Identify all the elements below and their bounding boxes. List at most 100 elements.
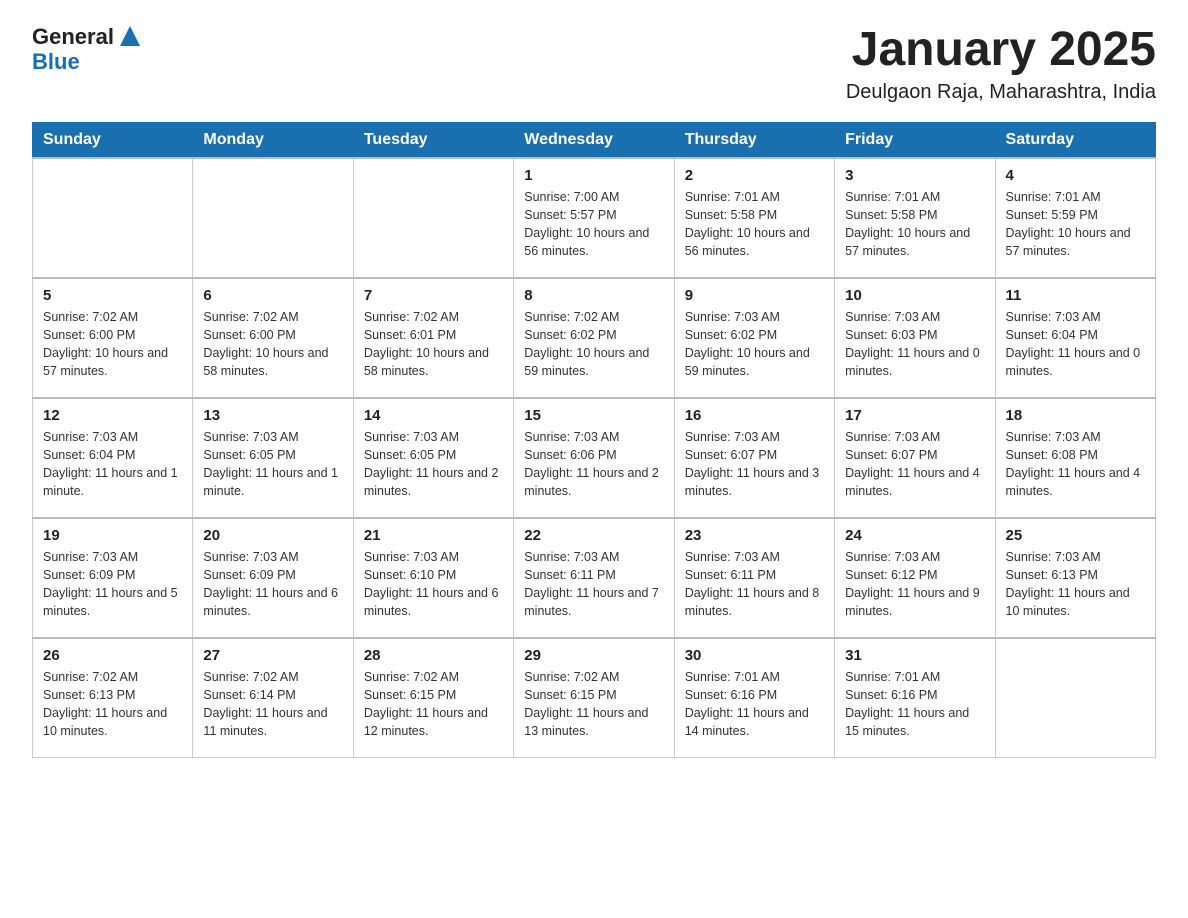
day-info: Sunrise: 7:01 AM Sunset: 5:58 PM Dayligh… (845, 188, 984, 261)
title-block: January 2025 Deulgaon Raja, Maharashtra,… (846, 24, 1156, 104)
day-info: Sunrise: 7:02 AM Sunset: 6:15 PM Dayligh… (364, 668, 503, 741)
calendar-cell: 30 Sunrise: 7:01 AM Sunset: 6:16 PM Dayli… (674, 638, 834, 758)
calendar-cell: 7 Sunrise: 7:02 AM Sunset: 6:01 PM Daylig… (353, 278, 513, 398)
weekday-header-wednesday: Wednesday (514, 122, 674, 158)
day-info: Sunrise: 7:03 AM Sunset: 6:11 PM Dayligh… (524, 548, 663, 621)
calendar-cell: 11Sunrise: 7:03 AM Sunset: 6:04 PM Dayli… (995, 278, 1155, 398)
day-number: 24 (845, 527, 984, 544)
day-number: 9 (685, 287, 824, 304)
day-number: 4 (1006, 167, 1145, 184)
day-number: 28 (364, 647, 503, 664)
day-info: Sunrise: 7:03 AM Sunset: 6:12 PM Dayligh… (845, 548, 984, 621)
day-info: Sunrise: 7:01 AM Sunset: 6:16 PM Dayligh… (845, 668, 984, 741)
day-info: Sunrise: 7:03 AM Sunset: 6:04 PM Dayligh… (43, 428, 182, 501)
calendar-cell (353, 158, 513, 278)
calendar-cell: 8 Sunrise: 7:02 AM Sunset: 6:02 PM Daylig… (514, 278, 674, 398)
day-number: 2 (685, 167, 824, 184)
day-info: Sunrise: 7:01 AM Sunset: 5:58 PM Dayligh… (685, 188, 824, 261)
day-number: 7 (364, 287, 503, 304)
day-number: 26 (43, 647, 182, 664)
calendar-cell: 16 Sunrise: 7:03 AM Sunset: 6:07 PM Dayli… (674, 398, 834, 518)
calendar-cell: 17 Sunrise: 7:03 AM Sunset: 6:07 PM Dayli… (835, 398, 995, 518)
day-number: 30 (685, 647, 824, 664)
day-number: 31 (845, 647, 984, 664)
day-info: Sunrise: 7:03 AM Sunset: 6:08 PM Dayligh… (1006, 428, 1145, 501)
week-row-5: 26 Sunrise: 7:02 AM Sunset: 6:13 PM Dayli… (33, 638, 1156, 758)
calendar-cell: 26 Sunrise: 7:02 AM Sunset: 6:13 PM Dayli… (33, 638, 193, 758)
day-number: 25 (1006, 527, 1145, 544)
day-info: Sunrise: 7:02 AM Sunset: 6:13 PM Dayligh… (43, 668, 182, 741)
day-number: 29 (524, 647, 663, 664)
calendar-cell: 9 Sunrise: 7:03 AM Sunset: 6:02 PM Daylig… (674, 278, 834, 398)
calendar-cell: 2 Sunrise: 7:01 AM Sunset: 5:58 PM Daylig… (674, 158, 834, 278)
calendar-cell: 27 Sunrise: 7:02 AM Sunset: 6:14 PM Dayli… (193, 638, 353, 758)
day-number: 15 (524, 407, 663, 424)
day-info: Sunrise: 7:03 AM Sunset: 6:13 PM Dayligh… (1006, 548, 1145, 621)
calendar-cell: 31 Sunrise: 7:01 AM Sunset: 6:16 PM Dayli… (835, 638, 995, 758)
logo-general: General (32, 25, 114, 49)
calendar: SundayMondayTuesdayWednesdayThursdayFrid… (32, 122, 1156, 759)
day-number: 13 (203, 407, 342, 424)
day-info: Sunrise: 7:02 AM Sunset: 6:02 PM Dayligh… (524, 308, 663, 381)
week-row-4: 19 Sunrise: 7:03 AM Sunset: 6:09 PM Dayli… (33, 518, 1156, 638)
weekday-header-saturday: Saturday (995, 122, 1155, 158)
day-info: Sunrise: 7:03 AM Sunset: 6:07 PM Dayligh… (845, 428, 984, 501)
day-number: 27 (203, 647, 342, 664)
month-title: January 2025 (846, 24, 1156, 77)
calendar-cell: 3 Sunrise: 7:01 AM Sunset: 5:58 PM Daylig… (835, 158, 995, 278)
calendar-cell: 23 Sunrise: 7:03 AM Sunset: 6:11 PM Dayli… (674, 518, 834, 638)
calendar-cell (995, 638, 1155, 758)
day-number: 8 (524, 287, 663, 304)
day-info: Sunrise: 7:03 AM Sunset: 6:04 PM Dayligh… (1006, 308, 1145, 381)
weekday-header-thursday: Thursday (674, 122, 834, 158)
day-info: Sunrise: 7:02 AM Sunset: 6:00 PM Dayligh… (203, 308, 342, 381)
day-number: 12 (43, 407, 182, 424)
calendar-cell: 29Sunrise: 7:02 AM Sunset: 6:15 PM Dayli… (514, 638, 674, 758)
day-number: 10 (845, 287, 984, 304)
calendar-cell (33, 158, 193, 278)
week-row-3: 12 Sunrise: 7:03 AM Sunset: 6:04 PM Dayli… (33, 398, 1156, 518)
day-number: 21 (364, 527, 503, 544)
day-info: Sunrise: 7:03 AM Sunset: 6:05 PM Dayligh… (364, 428, 503, 501)
weekday-header-tuesday: Tuesday (353, 122, 513, 158)
day-info: Sunrise: 7:01 AM Sunset: 6:16 PM Dayligh… (685, 668, 824, 741)
day-number: 3 (845, 167, 984, 184)
day-info: Sunrise: 7:01 AM Sunset: 5:59 PM Dayligh… (1006, 188, 1145, 261)
day-number: 5 (43, 287, 182, 304)
day-info: Sunrise: 7:00 AM Sunset: 5:57 PM Dayligh… (524, 188, 663, 261)
weekday-header-sunday: Sunday (33, 122, 193, 158)
weekday-header-row: SundayMondayTuesdayWednesdayThursdayFrid… (33, 122, 1156, 158)
day-number: 1 (524, 167, 663, 184)
day-info: Sunrise: 7:02 AM Sunset: 6:01 PM Dayligh… (364, 308, 503, 381)
logo: General Blue (32, 24, 144, 74)
calendar-cell: 13 Sunrise: 7:03 AM Sunset: 6:05 PM Dayli… (193, 398, 353, 518)
week-row-1: 1 Sunrise: 7:00 AM Sunset: 5:57 PM Daylig… (33, 158, 1156, 278)
calendar-cell: 10 Sunrise: 7:03 AM Sunset: 6:03 PM Dayli… (835, 278, 995, 398)
day-info: Sunrise: 7:02 AM Sunset: 6:14 PM Dayligh… (203, 668, 342, 741)
calendar-cell (193, 158, 353, 278)
logo-icon (116, 22, 144, 50)
day-number: 22 (524, 527, 663, 544)
week-row-2: 5 Sunrise: 7:02 AM Sunset: 6:00 PM Daylig… (33, 278, 1156, 398)
day-info: Sunrise: 7:03 AM Sunset: 6:02 PM Dayligh… (685, 308, 824, 381)
day-number: 16 (685, 407, 824, 424)
day-number: 17 (845, 407, 984, 424)
day-info: Sunrise: 7:03 AM Sunset: 6:07 PM Dayligh… (685, 428, 824, 501)
calendar-cell: 24 Sunrise: 7:03 AM Sunset: 6:12 PM Dayli… (835, 518, 995, 638)
day-info: Sunrise: 7:03 AM Sunset: 6:09 PM Dayligh… (43, 548, 182, 621)
day-info: Sunrise: 7:03 AM Sunset: 6:03 PM Dayligh… (845, 308, 984, 381)
calendar-cell: 18 Sunrise: 7:03 AM Sunset: 6:08 PM Dayli… (995, 398, 1155, 518)
day-info: Sunrise: 7:03 AM Sunset: 6:05 PM Dayligh… (203, 428, 342, 501)
calendar-cell: 4 Sunrise: 7:01 AM Sunset: 5:59 PM Daylig… (995, 158, 1155, 278)
weekday-header-monday: Monday (193, 122, 353, 158)
calendar-cell: 28 Sunrise: 7:02 AM Sunset: 6:15 PM Dayli… (353, 638, 513, 758)
day-number: 19 (43, 527, 182, 544)
day-number: 23 (685, 527, 824, 544)
location: Deulgaon Raja, Maharashtra, India (846, 81, 1156, 104)
page-header: General Blue January 2025 Deulgaon Raja,… (32, 24, 1156, 104)
day-info: Sunrise: 7:03 AM Sunset: 6:11 PM Dayligh… (685, 548, 824, 621)
day-number: 18 (1006, 407, 1145, 424)
day-info: Sunrise: 7:03 AM Sunset: 6:09 PM Dayligh… (203, 548, 342, 621)
day-info: Sunrise: 7:02 AM Sunset: 6:00 PM Dayligh… (43, 308, 182, 381)
calendar-cell: 21Sunrise: 7:03 AM Sunset: 6:10 PM Dayli… (353, 518, 513, 638)
